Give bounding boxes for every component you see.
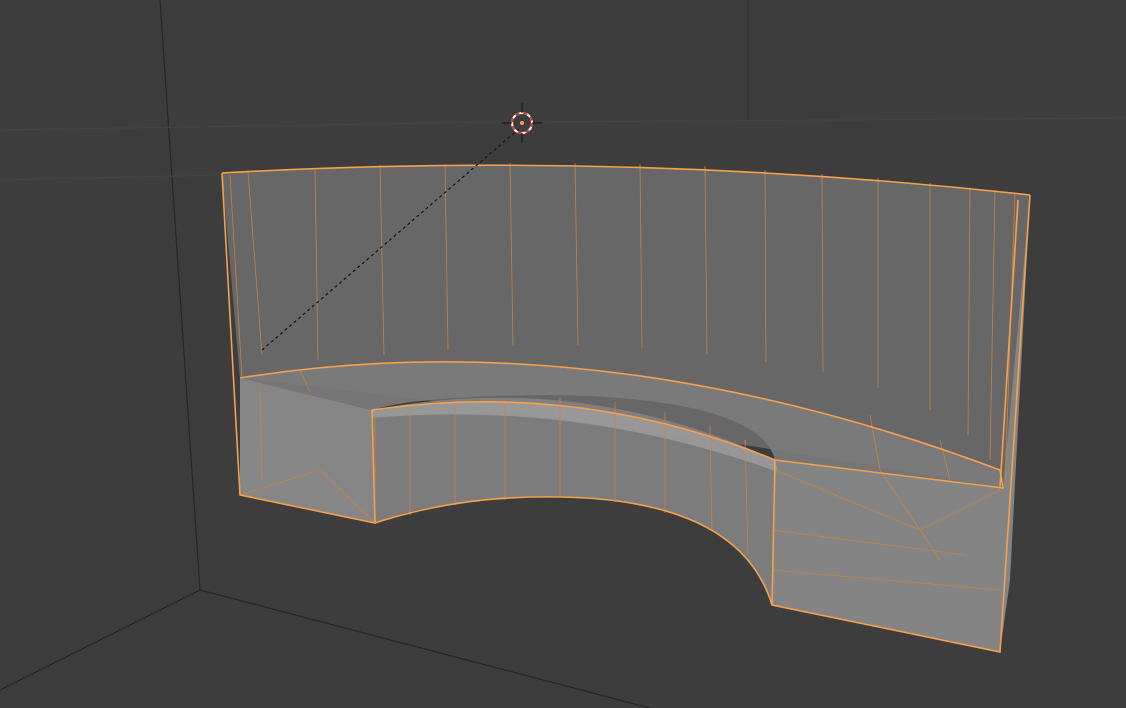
grid-line [539,117,1126,123]
3d-viewport[interactable] [0,0,1126,708]
grid-line [0,589,201,691]
mesh-object[interactable] [221,162,1031,653]
grid-line [0,174,221,181]
grid-line [159,0,201,591]
grid-line [0,121,501,131]
3d-cursor-icon[interactable] [502,103,542,143]
grid-line [199,589,651,708]
viewport-canvas[interactable] [0,0,1126,708]
